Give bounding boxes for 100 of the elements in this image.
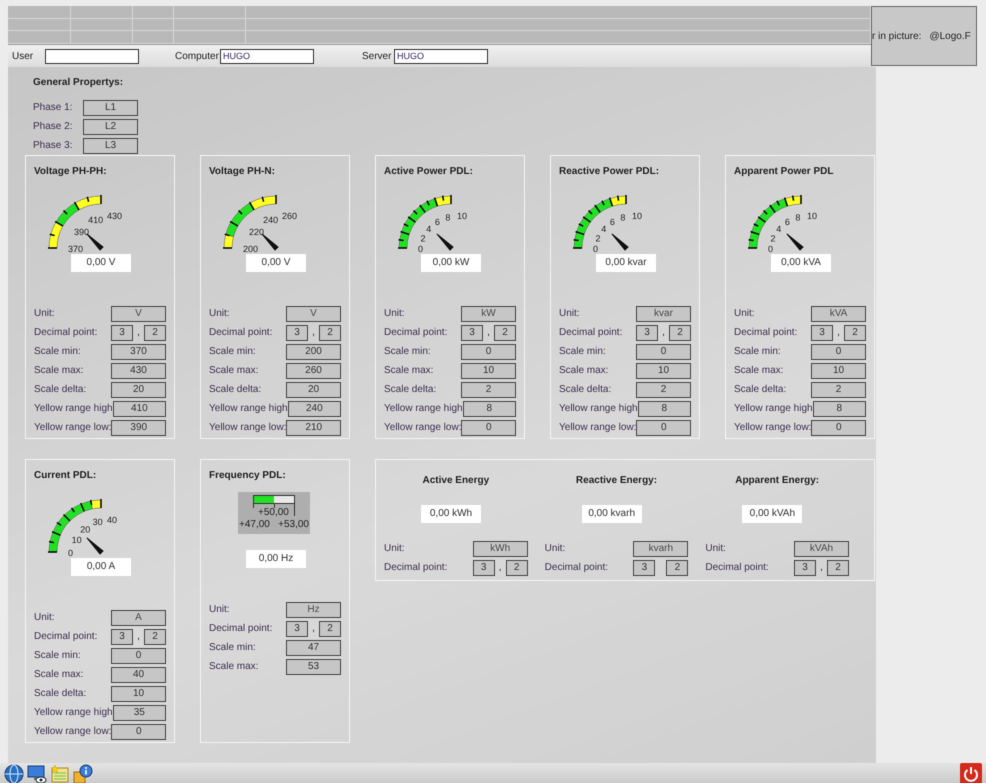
panel-title: Voltage PH-PH:	[34, 166, 108, 179]
param-field[interactable]: 20	[286, 382, 341, 398]
input-field[interactable]: HUGO	[220, 48, 314, 64]
decimals-field[interactable]: 2	[494, 324, 516, 340]
param-label: Decimal point:	[544, 562, 608, 573]
separator-text: ,	[819, 562, 824, 573]
param-field[interactable]: 0	[811, 344, 866, 360]
param-label: Decimal point:	[734, 327, 798, 338]
info-icon[interactable]	[73, 764, 93, 783]
phase-field[interactable]: L1	[83, 100, 138, 116]
param-field[interactable]: 260	[286, 362, 341, 378]
param-field[interactable]: kWh	[472, 540, 528, 556]
input-field[interactable]: HUGO	[394, 48, 488, 64]
param-field[interactable]: 10	[461, 362, 516, 378]
param-field[interactable]: 240	[288, 400, 341, 416]
param-label: Scale max:	[384, 365, 434, 376]
param-field[interactable]: kW	[461, 306, 516, 322]
param-field[interactable]: 40	[111, 666, 166, 682]
param-label: Scale delta:	[34, 384, 86, 395]
param-field[interactable]: 0	[461, 344, 516, 360]
param-field[interactable]: 2	[811, 382, 866, 398]
param-field[interactable]: 210	[286, 420, 341, 436]
digits-field[interactable]: 3	[794, 560, 816, 576]
param-label: Decimal point:	[34, 327, 98, 338]
decimals-field[interactable]: 2	[319, 620, 341, 636]
param-field[interactable]: Hz	[286, 602, 341, 618]
digits-field[interactable]: 3	[111, 628, 133, 644]
power-icon[interactable]	[960, 763, 982, 783]
param-label: Yellow range high	[209, 403, 288, 414]
phase-label: Phase 3:	[33, 140, 74, 151]
phase-field[interactable]: L2	[83, 118, 138, 134]
param-field[interactable]: 8	[812, 400, 866, 416]
param-field[interactable]: V	[111, 306, 166, 322]
digits-field[interactable]: 3	[111, 324, 133, 340]
monitor-icon[interactable]	[27, 764, 47, 783]
param-label: Yellow range high	[734, 403, 813, 414]
phase-field[interactable]: L3	[83, 138, 138, 154]
param-field[interactable]: kVAh	[794, 540, 850, 556]
value-display: 0,00 kVA	[771, 254, 831, 272]
decimals-field[interactable]: 2	[669, 324, 691, 340]
digits-field[interactable]: 3	[633, 560, 656, 576]
digits-field[interactable]: 3	[811, 324, 833, 340]
param-field[interactable]: 10	[811, 362, 866, 378]
param-field[interactable]: 8	[462, 400, 516, 416]
decimals-field[interactable]: 2	[827, 560, 850, 576]
field-label: User	[12, 50, 34, 62]
digits-field[interactable]: 3	[636, 324, 658, 340]
digits-field[interactable]: 3	[286, 324, 308, 340]
logo-label: r in picture:	[872, 30, 922, 42]
param-label: Yellow range high	[34, 707, 113, 718]
param-label: Scale delta:	[559, 384, 612, 395]
param-field[interactable]: 0	[811, 420, 866, 436]
param-label: Unit:	[209, 308, 230, 319]
param-field[interactable]: 53	[286, 658, 341, 674]
param-field[interactable]: 47	[286, 640, 341, 656]
field-label: Server	[362, 50, 392, 62]
decimals-field[interactable]: 2	[666, 560, 688, 576]
param-field[interactable]: 2	[636, 382, 691, 398]
param-field[interactable]: 10	[636, 362, 691, 378]
separator-text: ,	[498, 562, 503, 573]
param-field[interactable]: 410	[112, 400, 166, 416]
decimals-field[interactable]: 2	[844, 324, 866, 340]
param-label: Scale min:	[209, 346, 256, 357]
separator-text: ,	[311, 327, 316, 338]
param-field[interactable]: 20	[111, 382, 166, 398]
param-label: Unit:	[384, 308, 405, 319]
param-field[interactable]: 10	[111, 686, 166, 702]
param-field[interactable]: 200	[286, 344, 341, 360]
decimals-field[interactable]: 2	[319, 324, 341, 340]
param-label: Unit:	[384, 543, 405, 554]
decimals-field[interactable]: 2	[506, 560, 528, 576]
param-field[interactable]: 370	[111, 344, 166, 360]
param-label: Yellow range high	[384, 403, 463, 414]
globe-icon[interactable]	[4, 764, 24, 783]
param-field[interactable]: 0	[636, 344, 691, 360]
input-field[interactable]	[45, 48, 139, 64]
param-label: Yellow range high	[34, 403, 113, 414]
param-field[interactable]: 0	[636, 420, 691, 436]
param-field[interactable]: 390	[111, 420, 166, 436]
param-field[interactable]: 0	[111, 724, 166, 740]
digits-field[interactable]: 3	[461, 324, 483, 340]
param-field[interactable]: 0	[461, 420, 516, 436]
param-field[interactable]: V	[286, 306, 341, 322]
param-field[interactable]: 8	[638, 400, 691, 416]
scale-label: +47,00	[239, 519, 270, 530]
digits-field[interactable]: 3	[286, 620, 308, 636]
param-field[interactable]: 35	[112, 704, 166, 720]
param-field[interactable]: kvarh	[633, 540, 688, 556]
param-field[interactable]: 0	[111, 648, 166, 664]
separator-text: ,	[136, 631, 141, 642]
param-label: Scale min:	[559, 346, 606, 357]
param-field[interactable]: 430	[111, 362, 166, 378]
digits-field[interactable]: 3	[472, 560, 495, 576]
gauge-drawing: 0 2 4 6 8 10	[384, 184, 504, 254]
param-field[interactable]: A	[111, 610, 166, 626]
param-field[interactable]: 2	[461, 382, 516, 398]
param-field[interactable]: kvar	[636, 306, 691, 322]
decimals-field[interactable]: 2	[144, 324, 166, 340]
decimals-field[interactable]: 2	[144, 628, 166, 644]
param-field[interactable]: kVA	[811, 306, 866, 322]
